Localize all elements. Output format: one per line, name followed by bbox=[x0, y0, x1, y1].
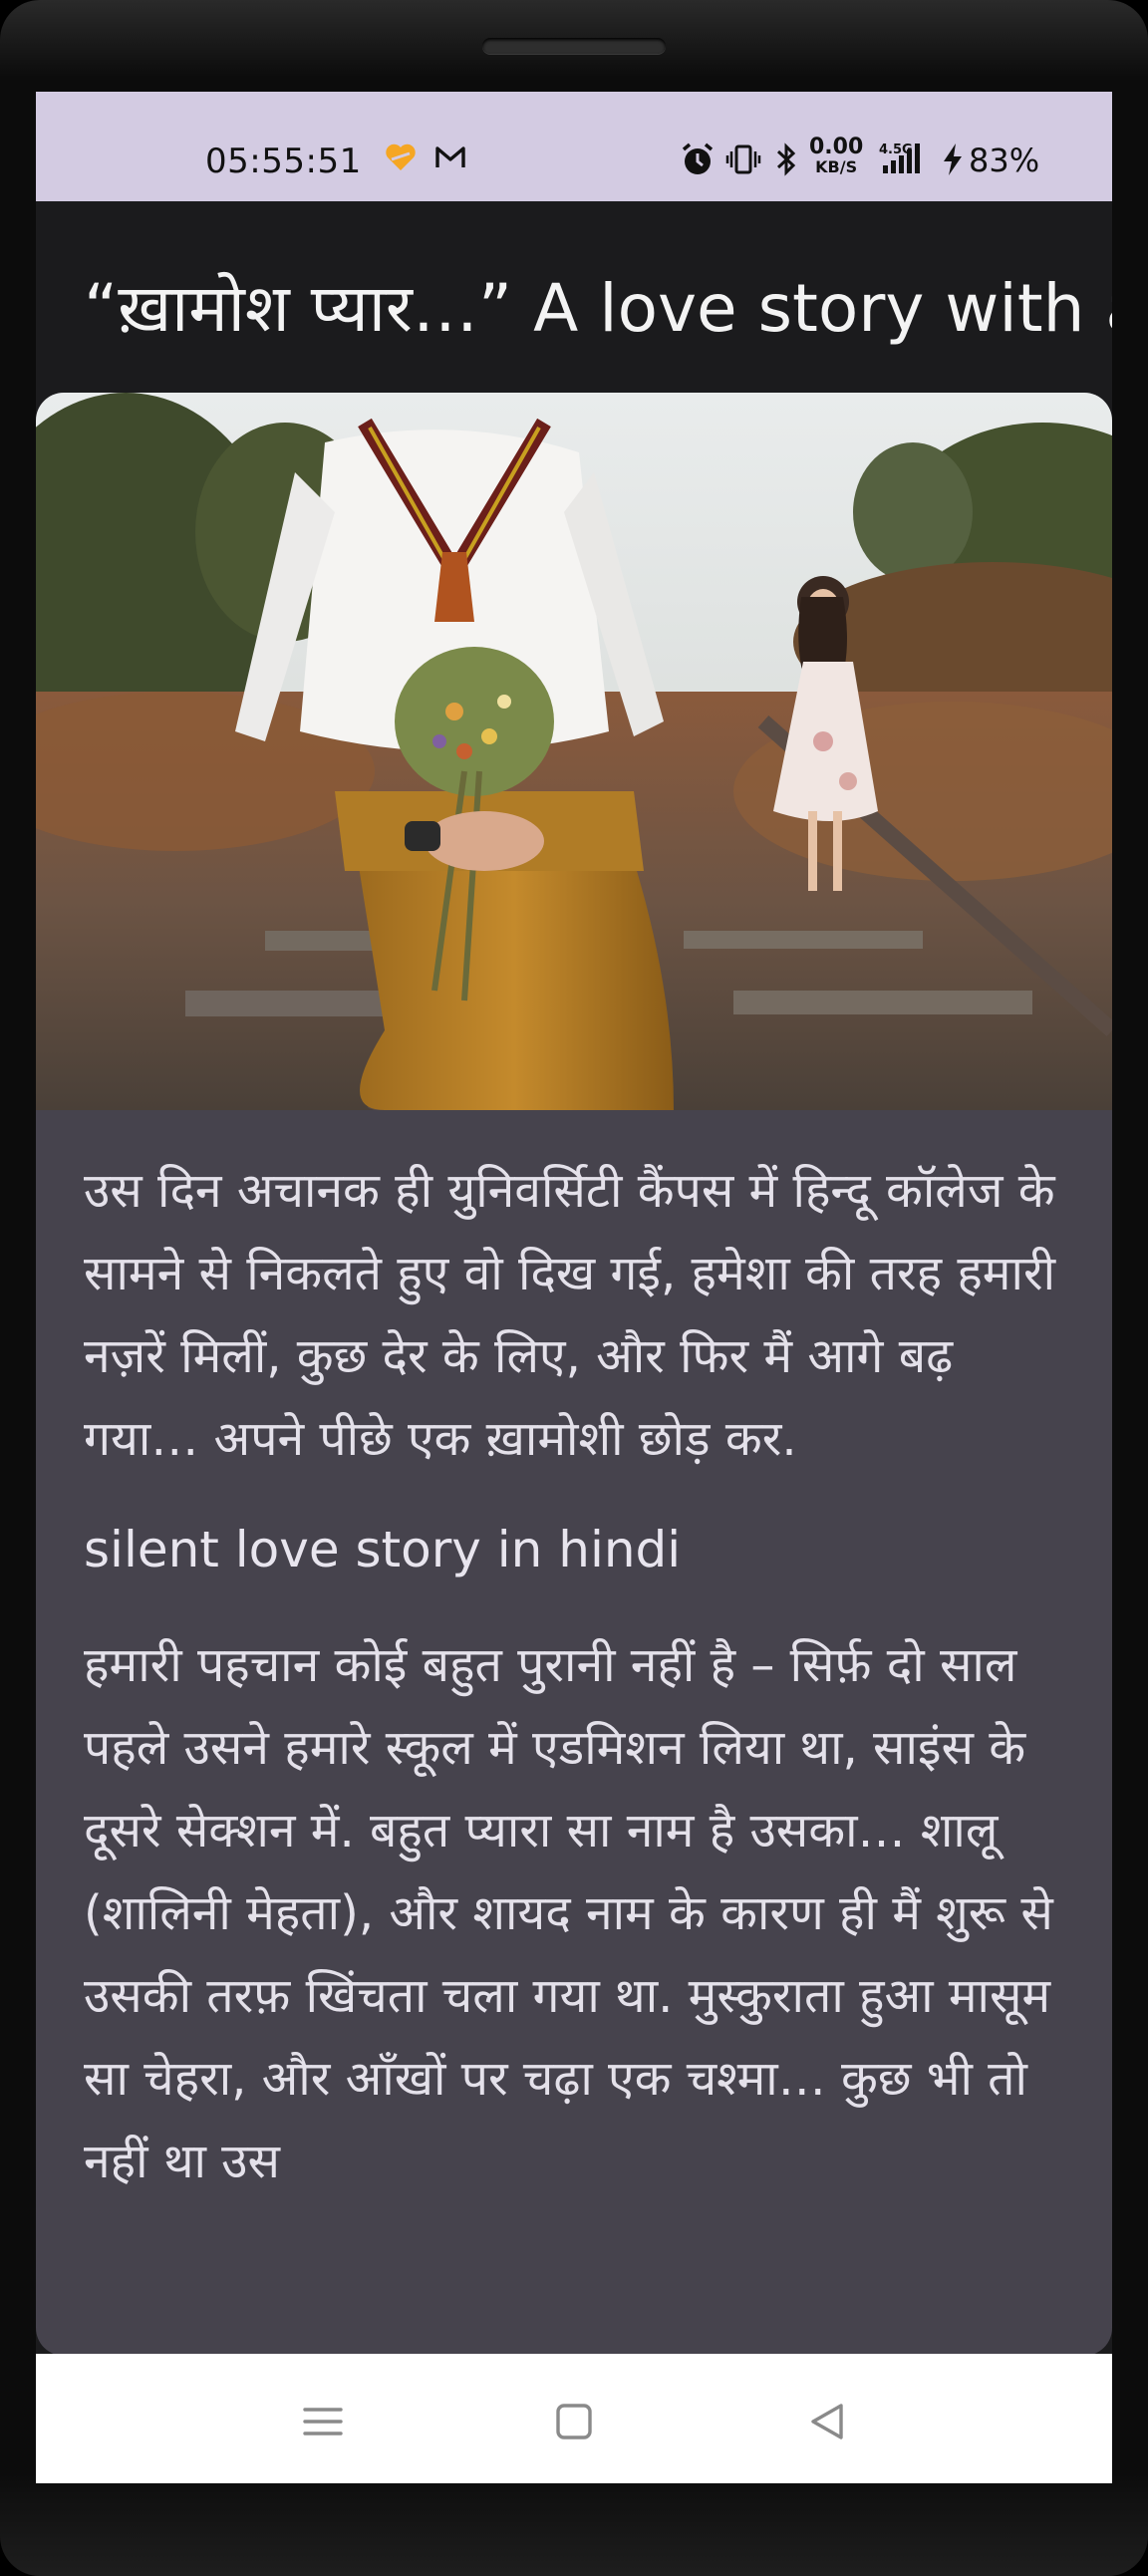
menu-button[interactable] bbox=[293, 2392, 353, 2451]
article-card[interactable]: उस दिन अचानक ही युनिवर्सिटी कैंपस में हि… bbox=[36, 393, 1112, 2356]
menu-icon bbox=[303, 2408, 343, 2435]
network-speed: 0.00 KB/S bbox=[809, 135, 864, 177]
network-speed-unit: KB/S bbox=[815, 157, 858, 176]
phone-frame: 05:55:51 0.00 KB/S 4.5G 83% “ख़ामोश प्या… bbox=[0, 0, 1148, 2576]
article-title: “ख़ामोश प्यार…” A love story with a bbox=[84, 270, 1112, 347]
article-subheading: silent love story in hindi bbox=[84, 1521, 682, 1578]
status-bar: 05:55:51 0.00 KB/S 4.5G 83% bbox=[36, 92, 1112, 201]
battery-level: 83% bbox=[969, 142, 1040, 179]
app-heart-icon bbox=[383, 140, 419, 184]
alarm-icon bbox=[678, 140, 718, 188]
vibrate-icon bbox=[723, 140, 763, 188]
network-speed-value: 0.00 bbox=[809, 135, 864, 159]
back-icon bbox=[811, 2404, 843, 2439]
article-paragraph-2: हमारी पहचान कोई बहुत पुरानी नहीं है – सि… bbox=[84, 1637, 1053, 2189]
article-header: “ख़ामोश प्यार…” A love story with a bbox=[36, 201, 1112, 393]
signal-icon: 4.5G bbox=[879, 140, 929, 188]
back-button[interactable] bbox=[797, 2392, 857, 2451]
navigation-bar bbox=[36, 2354, 1112, 2483]
gmail-icon bbox=[432, 140, 468, 184]
bluetooth-icon bbox=[771, 140, 801, 188]
charging-icon bbox=[939, 140, 967, 188]
article-body: उस दिन अचानक ही युनिवर्सिटी कैंपस में हि… bbox=[84, 1150, 1080, 2237]
status-time: 05:55:51 bbox=[205, 142, 362, 181]
screen: 05:55:51 0.00 KB/S 4.5G 83% “ख़ामोश प्या… bbox=[36, 92, 1112, 2483]
article-paragraph-1: उस दिन अचानक ही युनिवर्सिटी कैंपस में हि… bbox=[84, 1163, 1056, 1467]
home-button[interactable] bbox=[544, 2392, 604, 2451]
earpiece-speaker bbox=[482, 38, 666, 54]
hero-image bbox=[36, 393, 1112, 1110]
home-icon bbox=[556, 2404, 592, 2439]
